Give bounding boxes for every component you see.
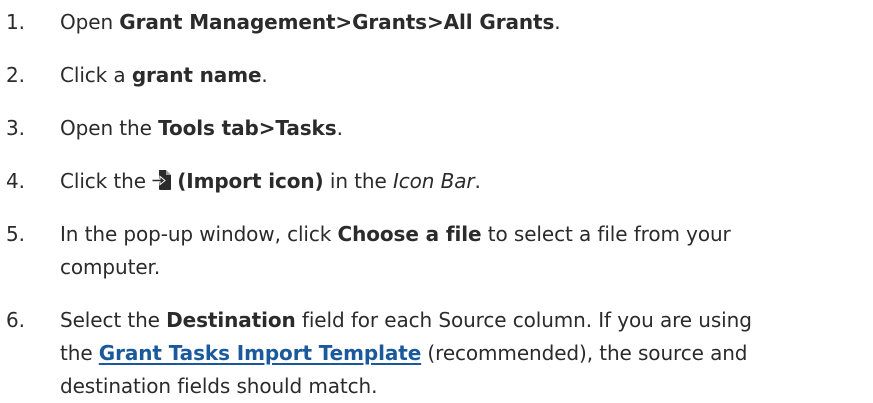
import-file-icon — [152, 170, 172, 190]
step-text: In the pop-up window, click Choose a fil… — [60, 222, 731, 279]
emphasis-text: (Import icon) — [177, 169, 324, 193]
step-text: Select the Destination field for each So… — [60, 308, 752, 398]
step-number: 4. — [6, 169, 25, 193]
emphasis-text: Destination — [166, 308, 296, 332]
menu-path: Grant Management>Grants>All Grants — [119, 10, 555, 34]
step-number: 2. — [6, 63, 25, 87]
step-number: 6. — [6, 308, 25, 332]
emphasis-text: Choose a file — [337, 222, 482, 246]
grant-tasks-import-template-link[interactable]: Grant Tasks Import Template — [99, 341, 421, 365]
italic-text: Icon Bar — [392, 169, 475, 193]
step-number: 3. — [6, 116, 25, 140]
step-number: 1. — [6, 10, 25, 34]
step-text: Open Grant Management>Grants>All Grants. — [60, 10, 561, 34]
step-text: Click the (Import icon) in the Icon Bar. — [60, 169, 481, 193]
step-number: 5. — [6, 222, 25, 246]
step-text: Open the Tools tab>Tasks. — [60, 116, 343, 140]
emphasis-text: grant name — [131, 63, 262, 87]
step-text: Click a grant name. — [60, 63, 268, 87]
menu-path: Tools tab>Tasks — [158, 116, 337, 140]
